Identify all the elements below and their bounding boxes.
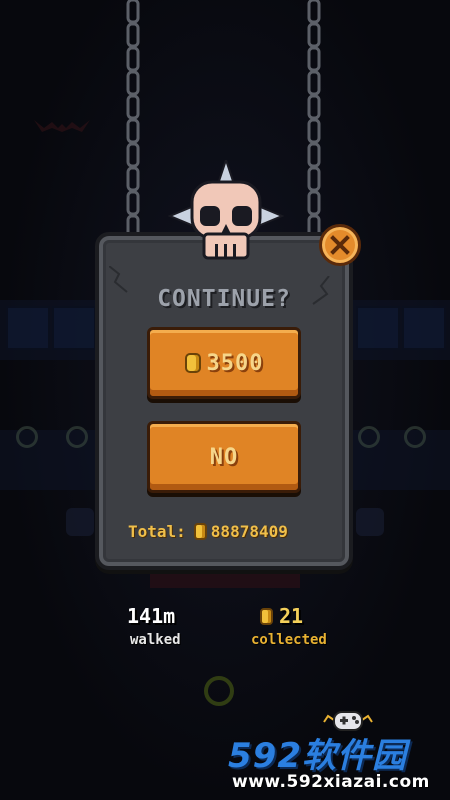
continue-with-coins-button[interactable]: 3500 bbox=[147, 327, 301, 399]
background-lamp bbox=[16, 426, 38, 448]
background-red-ledge bbox=[150, 570, 300, 588]
distance-value: 141m bbox=[127, 604, 176, 628]
left-chain bbox=[126, 0, 140, 240]
right-chain bbox=[307, 0, 321, 240]
background-tile bbox=[402, 306, 446, 350]
spiked-skull-icon bbox=[168, 160, 284, 260]
dialog-title: CONTINUE? bbox=[157, 286, 291, 312]
coin-icon bbox=[260, 607, 273, 625]
continue-dialog bbox=[95, 232, 353, 570]
background-bat bbox=[34, 120, 90, 132]
background-ring bbox=[204, 676, 234, 706]
close-x-icon bbox=[330, 235, 350, 255]
coin-icon bbox=[184, 353, 201, 373]
no-button[interactable]: NO bbox=[147, 421, 301, 493]
background-lamp bbox=[358, 426, 380, 448]
background-skeleton bbox=[356, 508, 384, 536]
game-screen: CONTINUE? 3500 NO Total: 88878409 141m w… bbox=[0, 0, 450, 800]
continue-cost: 3500 bbox=[206, 350, 264, 376]
coin-icon bbox=[193, 523, 207, 540]
coins-collected-number: 21 bbox=[279, 604, 304, 628]
no-button-label: NO bbox=[209, 444, 239, 470]
background-lamp bbox=[66, 426, 88, 448]
total-label: Total: bbox=[128, 522, 186, 541]
total-value: 88878409 bbox=[210, 522, 288, 541]
background-skeleton bbox=[66, 508, 94, 536]
total-coins: Total: 88878409 bbox=[128, 522, 288, 541]
watermark-url: www.592xiazai.com bbox=[232, 772, 430, 792]
background-tile bbox=[356, 306, 400, 350]
watermark: 592软件园 www.592xiazai.com bbox=[222, 726, 450, 800]
coins-collected-label: collected bbox=[251, 632, 327, 648]
background-tile bbox=[52, 306, 96, 350]
coins-collected-value: 21 bbox=[260, 604, 303, 628]
close-button[interactable] bbox=[319, 224, 361, 266]
background-lamp bbox=[404, 426, 426, 448]
background-tile bbox=[6, 306, 50, 350]
watermark-logo: 592软件园 bbox=[228, 736, 407, 776]
distance-label: walked bbox=[130, 632, 181, 648]
